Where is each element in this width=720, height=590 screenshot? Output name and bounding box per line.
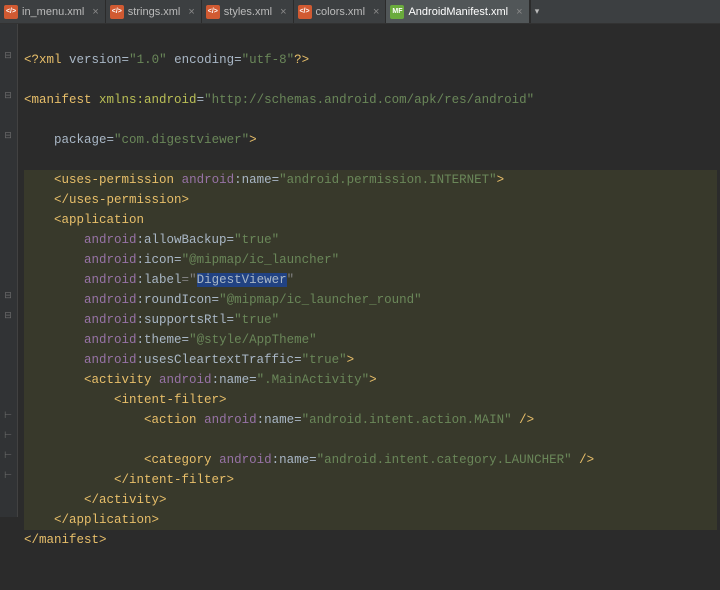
tab-in-menu[interactable]: </> in_menu.xml × — [0, 0, 106, 23]
close-icon[interactable]: × — [92, 6, 98, 18]
code-line: android:supportsRtl="true" — [24, 310, 717, 330]
code-line: <manifest xmlns:android="http://schemas.… — [24, 90, 717, 110]
code-line: android:roundIcon="@mipmap/ic_launcher_r… — [24, 290, 717, 310]
code-line: android:theme="@style/AppTheme" — [24, 330, 717, 350]
code-line: <activity android:name=".MainActivity"> — [24, 370, 717, 390]
code-line: </intent-filter> — [24, 470, 717, 490]
tab-colors[interactable]: </> colors.xml × — [294, 0, 387, 23]
fold-icon[interactable]: ⊟ — [3, 291, 13, 301]
tab-manifest[interactable]: MF AndroidManifest.xml × — [386, 0, 529, 23]
code-line: <?xml version="1.0" encoding="utf-8"?> — [24, 50, 717, 70]
tab-label: colors.xml — [316, 6, 366, 18]
fold-end-icon[interactable]: ⊢ — [3, 451, 13, 461]
fold-end-icon[interactable]: ⊢ — [3, 471, 13, 481]
close-icon[interactable]: × — [280, 6, 286, 18]
tab-strings[interactable]: </> strings.xml × — [106, 0, 202, 23]
xml-icon: </> — [298, 5, 312, 19]
code-line: <application — [24, 210, 717, 230]
code-line: </application> — [24, 510, 717, 530]
code-area[interactable]: <?xml version="1.0" encoding="utf-8"?> <… — [18, 24, 717, 517]
close-icon[interactable]: × — [373, 6, 379, 18]
code-line: <action android:name="android.intent.act… — [24, 410, 717, 430]
tab-label: AndroidManifest.xml — [408, 6, 508, 18]
xml-icon: </> — [206, 5, 220, 19]
gutter: ⊟ ⊟ ⊟ ⊟ ⊟ ⊢ ⊢ ⊢ ⊢ — [0, 24, 18, 517]
code-line: android:usesCleartextTraffic="true"> — [24, 350, 717, 370]
selected-text: DigestViewer — [197, 273, 287, 287]
code-line: <intent-filter> — [24, 390, 717, 410]
code-line: android:allowBackup="true" — [24, 230, 717, 250]
code-line — [24, 430, 717, 450]
code-editor[interactable]: ⊟ ⊟ ⊟ ⊟ ⊟ ⊢ ⊢ ⊢ ⊢ <?xml version="1.0" en… — [0, 24, 720, 517]
close-icon[interactable]: × — [516, 6, 522, 18]
fold-end-icon[interactable]: ⊢ — [3, 431, 13, 441]
code-line: </manifest> — [24, 530, 717, 550]
code-line: android:icon="@mipmap/ic_launcher" — [24, 250, 717, 270]
code-line: android:label="DigestViewer" — [24, 270, 717, 290]
xml-icon: </> — [110, 5, 124, 19]
tab-styles[interactable]: </> styles.xml × — [202, 0, 294, 23]
xml-icon: </> — [4, 5, 18, 19]
code-line: </activity> — [24, 490, 717, 510]
code-line: </uses-permission> — [24, 190, 717, 210]
editor-tabs: </> in_menu.xml × </> strings.xml × </> … — [0, 0, 720, 24]
manifest-icon: MF — [390, 5, 404, 19]
code-line: package="com.digestviewer"> — [24, 130, 717, 150]
fold-icon[interactable]: ⊟ — [3, 311, 13, 321]
tab-label: strings.xml — [128, 6, 181, 18]
tab-label: in_menu.xml — [22, 6, 84, 18]
fold-icon[interactable]: ⊟ — [3, 51, 13, 61]
tab-overflow-button[interactable]: ▾ — [530, 0, 544, 23]
fold-icon[interactable]: ⊟ — [3, 131, 13, 141]
close-icon[interactable]: × — [188, 6, 194, 18]
fold-icon[interactable]: ⊟ — [3, 91, 13, 101]
tab-label: styles.xml — [224, 6, 272, 18]
code-line: <category android:name="android.intent.c… — [24, 450, 717, 470]
fold-end-icon[interactable]: ⊢ — [3, 411, 13, 421]
code-line: <uses-permission android:name="android.p… — [24, 170, 717, 190]
